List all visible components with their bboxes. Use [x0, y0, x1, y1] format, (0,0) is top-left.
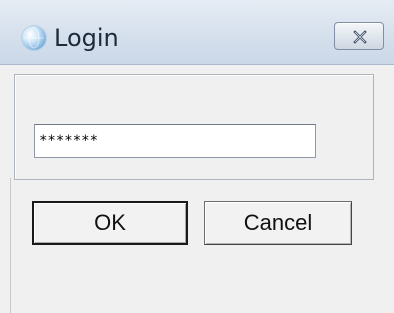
title-bar[interactable]: Login: [0, 0, 394, 65]
close-button[interactable]: [334, 22, 384, 50]
app-globe-icon: [22, 26, 46, 50]
ok-button[interactable]: OK: [32, 201, 188, 245]
password-field[interactable]: [34, 124, 316, 158]
close-icon: [353, 30, 367, 44]
login-dialog: Login OK Cancel: [0, 0, 394, 313]
cancel-button[interactable]: Cancel: [204, 201, 352, 245]
window-title: Login: [54, 24, 119, 52]
window-border: [10, 178, 11, 313]
